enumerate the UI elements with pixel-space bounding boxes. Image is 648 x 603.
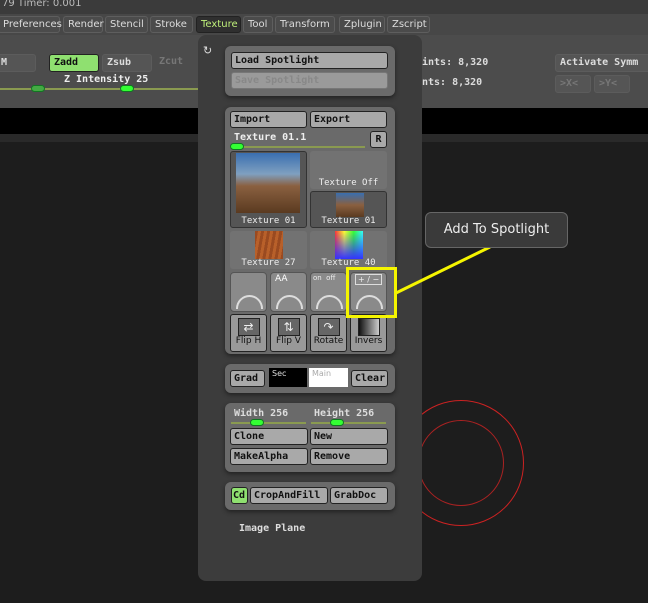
- tooltip: Add To Spotlight: [425, 212, 568, 248]
- callout-line: [395, 245, 491, 295]
